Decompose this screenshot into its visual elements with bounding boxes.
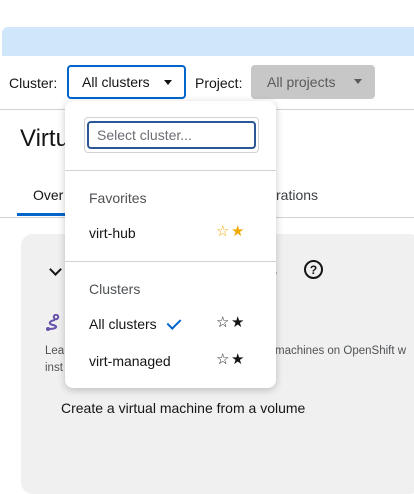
chevron-down-icon	[164, 80, 172, 85]
help-icon[interactable]: ?	[304, 260, 323, 279]
cluster-dropdown[interactable]: All clusters	[67, 65, 186, 99]
page-title: Virtu	[20, 125, 69, 152]
star-filled-icon[interactable]: ★	[231, 315, 244, 330]
star-outline-icon[interactable]: ☆	[216, 224, 229, 239]
card-description-continued: inst	[45, 362, 63, 374]
virtual-machine-icon	[46, 314, 60, 331]
menu-item-label: All clusters	[89, 316, 157, 332]
tab-overview[interactable]: Over	[33, 187, 63, 203]
star-filled-icon[interactable]: ★	[231, 352, 244, 367]
star-outline-icon[interactable]: ☆	[216, 315, 229, 330]
create-vm-from-volume-link[interactable]: Create a virtual machine from a volume	[61, 400, 305, 416]
favorites-group-title: Favorites	[89, 190, 147, 206]
menu-item-virt-managed[interactable]: virt-managed ☆ ★	[65, 344, 276, 380]
project-label: Project:	[195, 75, 243, 91]
chevron-down-icon	[354, 79, 362, 84]
tab-configurations[interactable]: rations	[276, 187, 318, 203]
card-description-right: machines on OpenShift w	[275, 345, 407, 357]
cluster-select-menu: Favorites virt-hub ☆ ★ Clusters All clus…	[65, 101, 276, 388]
search-field-wrapper	[84, 117, 259, 153]
cluster-search-input[interactable]	[87, 121, 256, 149]
star-filled-icon[interactable]: ★	[231, 224, 244, 239]
project-dropdown[interactable]: All projects	[251, 65, 375, 99]
menu-item-virt-hub[interactable]: virt-hub ☆ ★	[65, 216, 276, 252]
top-banner	[2, 27, 414, 56]
menu-item-label: virt-managed	[89, 353, 171, 369]
check-icon	[166, 315, 182, 330]
clusters-group-title: Clusters	[89, 281, 141, 297]
active-tab-indicator	[17, 213, 65, 216]
menu-divider	[65, 170, 276, 171]
project-dropdown-value: All projects	[267, 74, 336, 90]
menu-divider	[65, 261, 276, 262]
star-outline-icon[interactable]: ☆	[216, 352, 229, 367]
menu-item-label: virt-hub	[89, 225, 136, 241]
cluster-dropdown-value: All clusters	[82, 74, 150, 90]
card-description: Lea	[45, 345, 65, 357]
menu-item-all-clusters[interactable]: All clusters ☆ ★	[65, 307, 276, 343]
cluster-label: Cluster:	[9, 75, 58, 91]
